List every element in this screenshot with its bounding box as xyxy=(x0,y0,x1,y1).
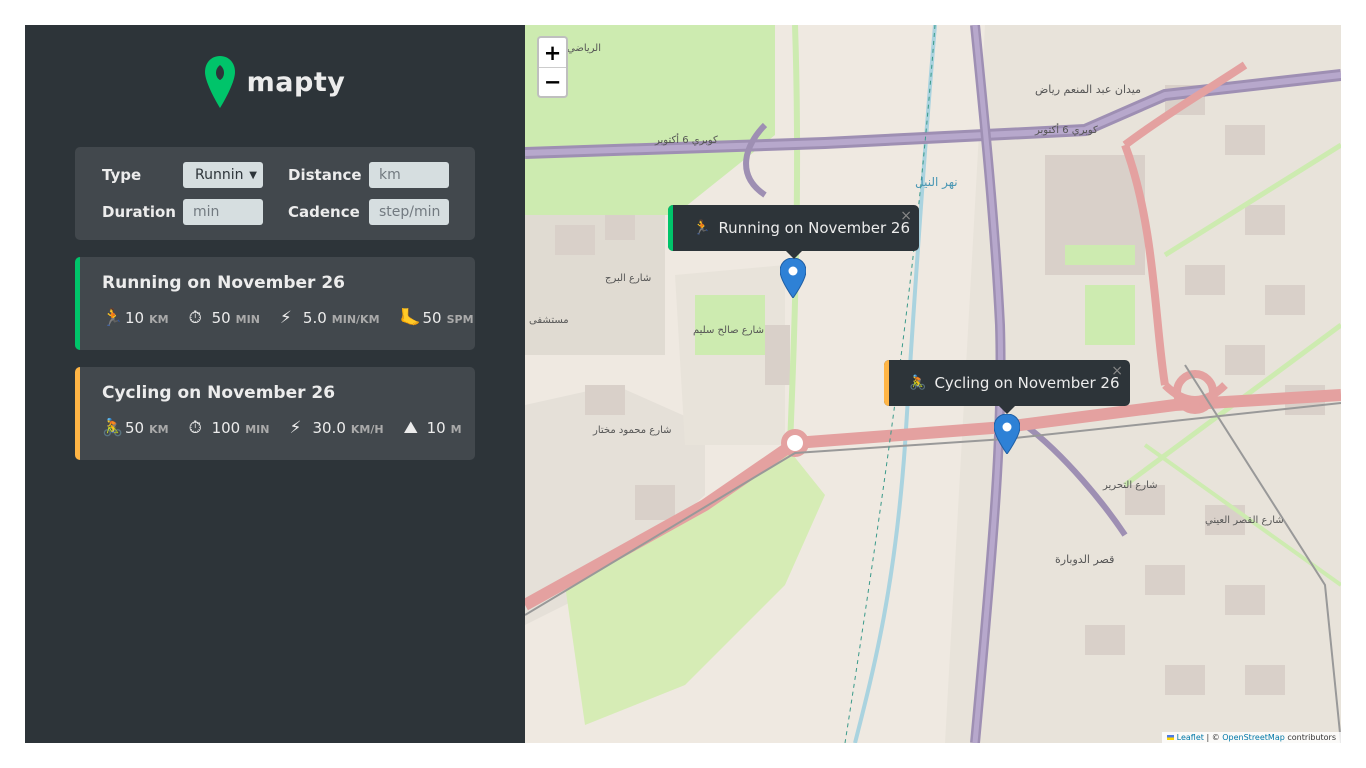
cyclist-icon: 🚴 xyxy=(909,375,927,391)
workout-item-running[interactable]: Running on November 26 🏃 10 KM ⏱ 50 MIN … xyxy=(75,257,475,350)
map-label-bridge-2: كوبري 6 أكتوبر xyxy=(1035,125,1098,136)
map-label-hospital: مستشفى xyxy=(529,315,569,326)
duration-input[interactable]: min xyxy=(183,198,263,225)
map-pin-icon xyxy=(204,56,235,108)
form-row-duration: Duration min xyxy=(102,198,263,225)
type-label: Type xyxy=(102,166,142,184)
attribution-suffix: contributors xyxy=(1284,733,1336,742)
map-popup-running[interactable]: 🏃 Running on November 26 × xyxy=(668,205,919,259)
map[interactable]: الرياضي كوبري 6 أكتوبر كوبري 6 أكتوبر مي… xyxy=(525,25,1341,743)
detail-unit: KM xyxy=(149,313,169,326)
zoom-out-button[interactable]: − xyxy=(539,67,566,96)
detail-unit: MIN xyxy=(235,313,260,326)
cyclist-icon: 🚴 xyxy=(102,418,124,438)
detail-unit: MIN/KM xyxy=(331,313,380,326)
distance-label: Distance xyxy=(288,166,362,184)
map-label-street-saleh: شارع صالح سليم xyxy=(693,325,764,336)
mountain-icon: ⛰ xyxy=(403,418,418,438)
logo: mapty xyxy=(75,55,475,109)
workout-title: Cycling on November 26 xyxy=(102,383,336,403)
detail-value: 10 xyxy=(125,309,145,327)
workout-title: Running on November 26 xyxy=(102,273,346,293)
zoom-in-button[interactable]: + xyxy=(539,38,566,67)
detail-value: 50 xyxy=(211,309,231,327)
workout-details: 🏃 10 KM ⏱ 50 MIN ⚡ 5.0 MIN/KM 🦶 50 SPM xyxy=(102,308,474,328)
popup-text: Cycling on November 26 xyxy=(934,374,1120,392)
stopwatch-icon: ⏱ xyxy=(188,308,202,328)
detail-value: 30.0 xyxy=(312,419,346,437)
osm-link[interactable]: OpenStreetMap xyxy=(1222,733,1285,742)
map-attribution: Leaflet | © OpenStreetMap contributors xyxy=(1162,732,1341,743)
workout-detail-distance: 🚴 50 KM xyxy=(102,418,169,438)
workout-details: 🚴 50 KM ⏱ 100 MIN ⚡ 30.0 KM/H ⛰ 10 M xyxy=(102,418,462,438)
detail-unit: SPM xyxy=(446,313,474,326)
form-row-distance: Distance km xyxy=(288,162,449,188)
chevron-down-icon: ▼ xyxy=(249,169,257,181)
sidebar: mapty Type Running ▼ Distance km Duratio… xyxy=(25,25,525,743)
cadence-label: Cadence xyxy=(288,202,360,221)
map-label-qasr-aini: شارع القصر العيني xyxy=(1205,515,1284,526)
cadence-input[interactable]: step/min xyxy=(369,198,449,225)
workout-detail-distance: 🏃 10 KM xyxy=(102,308,169,328)
logo-text: mapty xyxy=(246,66,346,98)
form-row-type: Type Running ▼ xyxy=(102,162,263,188)
workout-form: Type Running ▼ Distance km Duration min … xyxy=(75,147,475,240)
workout-detail-speed: ⚡ 30.0 KM/H xyxy=(289,418,383,438)
lightning-icon: ⚡ xyxy=(289,418,302,438)
leaflet-flag-icon xyxy=(1167,735,1175,740)
workout-detail-duration: ⏱ 50 MIN xyxy=(189,308,260,328)
detail-unit: KM xyxy=(149,423,169,436)
attribution-separator: | © xyxy=(1203,733,1223,742)
detail-unit: KM/H xyxy=(350,423,384,436)
map-marker-cycling[interactable] xyxy=(994,414,1020,454)
type-select[interactable]: Running ▼ xyxy=(183,162,263,188)
detail-value: 50 xyxy=(422,309,442,327)
map-popup-cycling[interactable]: 🚴 Cycling on November 26 × xyxy=(884,360,1130,414)
popup-text: Running on November 26 xyxy=(718,219,911,237)
leaflet-link[interactable]: Leaflet xyxy=(1177,733,1204,742)
map-label-mokhtar: شارع محمود مختار xyxy=(593,425,672,436)
detail-value: 5.0 xyxy=(302,309,327,327)
duration-label: Duration xyxy=(102,202,176,221)
runner-icon: 🏃 xyxy=(102,308,124,328)
runner-icon: 🏃 xyxy=(693,220,711,236)
foot-icon: 🦶 xyxy=(399,308,421,328)
workout-detail-cadence: 🦶 50 SPM xyxy=(400,308,474,328)
detail-value: 100 xyxy=(211,419,241,437)
map-label-bridge-1: كوبري 6 أكتوبر xyxy=(655,135,718,146)
detail-unit: M xyxy=(450,423,462,436)
map-label-qasr-dubara: قصر الدوبارة xyxy=(1055,553,1115,566)
type-select-value: Running xyxy=(195,167,243,183)
close-icon[interactable]: × xyxy=(900,208,912,224)
close-icon[interactable]: × xyxy=(1111,363,1123,379)
workout-item-cycling[interactable]: Cycling on November 26 🚴 50 KM ⏱ 100 MIN… xyxy=(75,367,475,460)
workout-detail-elevation: ⛰ 10 M xyxy=(404,418,462,438)
map-marker-running[interactable] xyxy=(780,258,806,298)
lightning-icon: ⚡ xyxy=(279,308,292,328)
detail-unit: MIN xyxy=(245,423,270,436)
stopwatch-icon: ⏱ xyxy=(188,418,202,438)
workout-detail-pace: ⚡ 5.0 MIN/KM xyxy=(280,308,380,328)
map-label-square: ميدان عبد المنعم رياض xyxy=(1035,83,1142,96)
zoom-control: + − xyxy=(537,36,568,98)
workout-detail-duration: ⏱ 100 MIN xyxy=(189,418,270,438)
map-label-street-tahrir: شارع التحرير xyxy=(1103,480,1158,491)
distance-input[interactable]: km xyxy=(369,162,449,188)
form-row-cadence: Cadence step/min xyxy=(288,198,449,225)
detail-value: 50 xyxy=(125,419,145,437)
app: mapty Type Running ▼ Distance km Duratio… xyxy=(25,25,1341,743)
map-label-riyadi: الرياضي xyxy=(567,43,601,54)
map-label-street-burj: شارع البرج xyxy=(605,273,652,284)
map-label-nile: نهر النيل xyxy=(915,175,958,189)
detail-value: 10 xyxy=(426,419,446,437)
